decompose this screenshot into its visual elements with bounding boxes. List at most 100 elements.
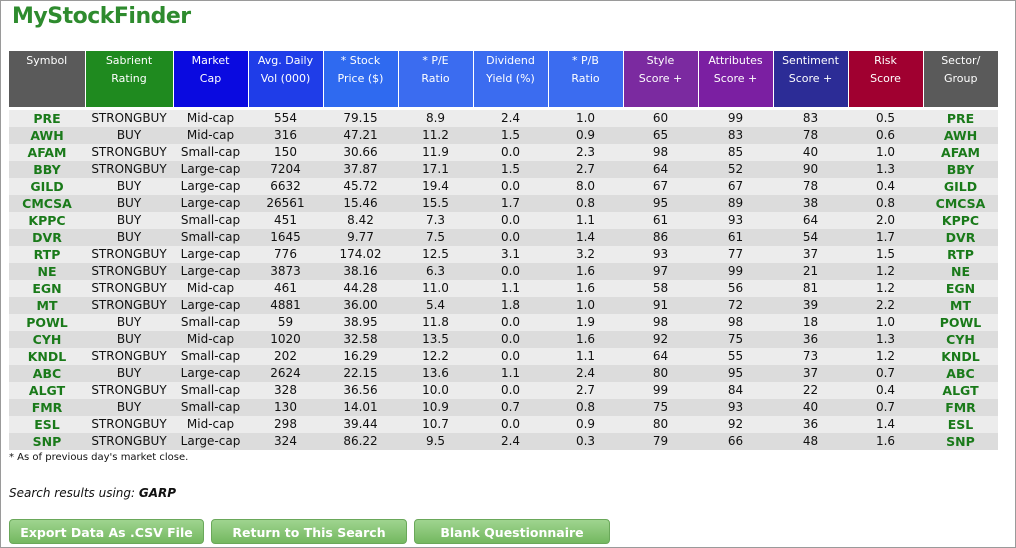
symbol-link[interactable]: EGN [9, 280, 85, 297]
column-header[interactable]: Market Cap [173, 51, 249, 107]
symbol-link[interactable]: PRE [9, 110, 85, 127]
column-header[interactable]: * P/E Ratio [398, 51, 474, 107]
search-name[interactable]: GARP [139, 486, 176, 500]
symbol-link[interactable]: ABC [9, 365, 85, 382]
table-cell: 0.0 [473, 212, 548, 229]
symbol-link[interactable]: KNDL [9, 348, 85, 365]
column-header[interactable]: Style Score + [623, 51, 699, 107]
table-cell: 92 [698, 416, 773, 433]
table-cell: 19.4 [398, 178, 473, 195]
sector-group-link[interactable]: AFAM [923, 144, 998, 161]
sector-group-link[interactable]: KPPC [923, 212, 998, 229]
sector-group-link[interactable]: POWL [923, 314, 998, 331]
symbol-link[interactable]: ESL [9, 416, 85, 433]
table-cell: 0.0 [473, 331, 548, 348]
symbol-link[interactable]: GILD [9, 178, 85, 195]
sector-group-link[interactable]: DVR [923, 229, 998, 246]
table-cell: STRONGBUY [85, 348, 173, 365]
return-to-search-button[interactable]: Return to This Search [211, 519, 407, 544]
column-header[interactable]: * P/B Ratio [548, 51, 624, 107]
column-header[interactable]: Sector/Group [923, 51, 998, 107]
table-cell: BUY [85, 178, 173, 195]
sector-group-link[interactable]: KNDL [923, 348, 998, 365]
table-cell: STRONGBUY [85, 263, 173, 280]
results-table: Symbol Sabrient Rating Market Cap Avg. Daily V… [9, 51, 998, 450]
column-header[interactable]: * Stock Price ($) [323, 51, 399, 107]
table-cell: 93 [698, 399, 773, 416]
symbol-link[interactable]: SNP [9, 433, 85, 450]
table-cell: 11.9 [398, 144, 473, 161]
sector-group-link[interactable]: BBY [923, 161, 998, 178]
table-cell: 1.6 [548, 331, 623, 348]
symbol-link[interactable]: RTP [9, 246, 85, 263]
column-header-sublabel: Price ($) [337, 72, 384, 85]
symbol-link[interactable]: CYH [9, 331, 85, 348]
table-cell: 150 [248, 144, 323, 161]
column-header-label: Sentiment [782, 54, 839, 67]
sector-group-link[interactable]: FMR [923, 399, 998, 416]
sector-group-link[interactable]: CYH [923, 331, 998, 348]
table-cell: 2.7 [548, 161, 623, 178]
symbol-link[interactable]: NE [9, 263, 85, 280]
table-cell: 11.8 [398, 314, 473, 331]
blank-questionnaire-button[interactable]: Blank Questionnaire [414, 519, 610, 544]
table-cell: 22 [773, 382, 848, 399]
column-header-label: Dividend [486, 54, 535, 67]
symbol-link[interactable]: CMCSA [9, 195, 85, 212]
symbol-link[interactable]: ALGT [9, 382, 85, 399]
symbol-link[interactable]: MT [9, 297, 85, 314]
symbol-link[interactable]: FMR [9, 399, 85, 416]
column-header[interactable]: Sentiment Score + [773, 51, 849, 107]
export-csv-button[interactable]: Export Data As .CSV File [9, 519, 204, 544]
sector-group-link[interactable]: PRE [923, 110, 998, 127]
table-cell: 2.3 [548, 144, 623, 161]
table-cell: 78 [773, 178, 848, 195]
table-cell: 1.9 [548, 314, 623, 331]
symbol-link[interactable]: AWH [9, 127, 85, 144]
table-row: ESL STRONGBUY Mid-cap 298 39.44 10.7 0.0 0.9 80 9… [9, 416, 998, 433]
table-cell: 0.4 [848, 382, 923, 399]
table-cell: 3.2 [548, 246, 623, 263]
table-cell: 10.0 [398, 382, 473, 399]
column-header[interactable]: Avg. Daily Vol (000) [248, 51, 324, 107]
table-cell: 0.0 [473, 416, 548, 433]
table-body: PRE STRONGBUY Mid-cap 554 79.15 8.9 2.4 1.0 60 99… [9, 107, 998, 450]
table-cell: 1.7 [473, 195, 548, 212]
logo[interactable]: MyStockFinder [12, 4, 191, 29]
sector-group-link[interactable]: CMCSA [923, 195, 998, 212]
table-cell: Mid-cap [173, 280, 248, 297]
table-cell: 0.3 [548, 433, 623, 450]
table-cell: 12.5 [398, 246, 473, 263]
sector-group-link[interactable]: AWH [923, 127, 998, 144]
table-cell: 18 [773, 314, 848, 331]
sector-group-link[interactable]: ALGT [923, 382, 998, 399]
table-cell: 15.5 [398, 195, 473, 212]
sector-group-link[interactable]: ABC [923, 365, 998, 382]
sector-group-link[interactable]: ESL [923, 416, 998, 433]
sector-group-link[interactable]: NE [923, 263, 998, 280]
table-cell: 1.1 [473, 365, 548, 382]
table-cell: 39 [773, 297, 848, 314]
table-cell: 1.2 [848, 348, 923, 365]
table-cell: 0.8 [548, 399, 623, 416]
column-header[interactable]: Attributes Score + [698, 51, 774, 107]
table-cell: 65 [623, 127, 698, 144]
table-cell: BUY [85, 314, 173, 331]
sector-group-link[interactable]: SNP [923, 433, 998, 450]
column-header[interactable]: Sabrient Rating [85, 51, 174, 107]
column-header[interactable]: Risk Score [848, 51, 924, 107]
symbol-link[interactable]: DVR [9, 229, 85, 246]
column-header[interactable]: Symbol [9, 51, 86, 107]
symbol-link[interactable]: BBY [9, 161, 85, 178]
symbol-link[interactable]: AFAM [9, 144, 85, 161]
sector-group-link[interactable]: RTP [923, 246, 998, 263]
sector-group-link[interactable]: GILD [923, 178, 998, 195]
symbol-link[interactable]: POWL [9, 314, 85, 331]
table-cell: 40 [773, 144, 848, 161]
symbol-link[interactable]: KPPC [9, 212, 85, 229]
table-row: RTP STRONGBUY Large-cap 776 174.02 12.5 3.1 3.2… [9, 246, 998, 263]
sector-group-link[interactable]: MT [923, 297, 998, 314]
table-cell: 38.95 [323, 314, 398, 331]
column-header[interactable]: Dividend Yield (%) [473, 51, 549, 107]
sector-group-link[interactable]: EGN [923, 280, 998, 297]
